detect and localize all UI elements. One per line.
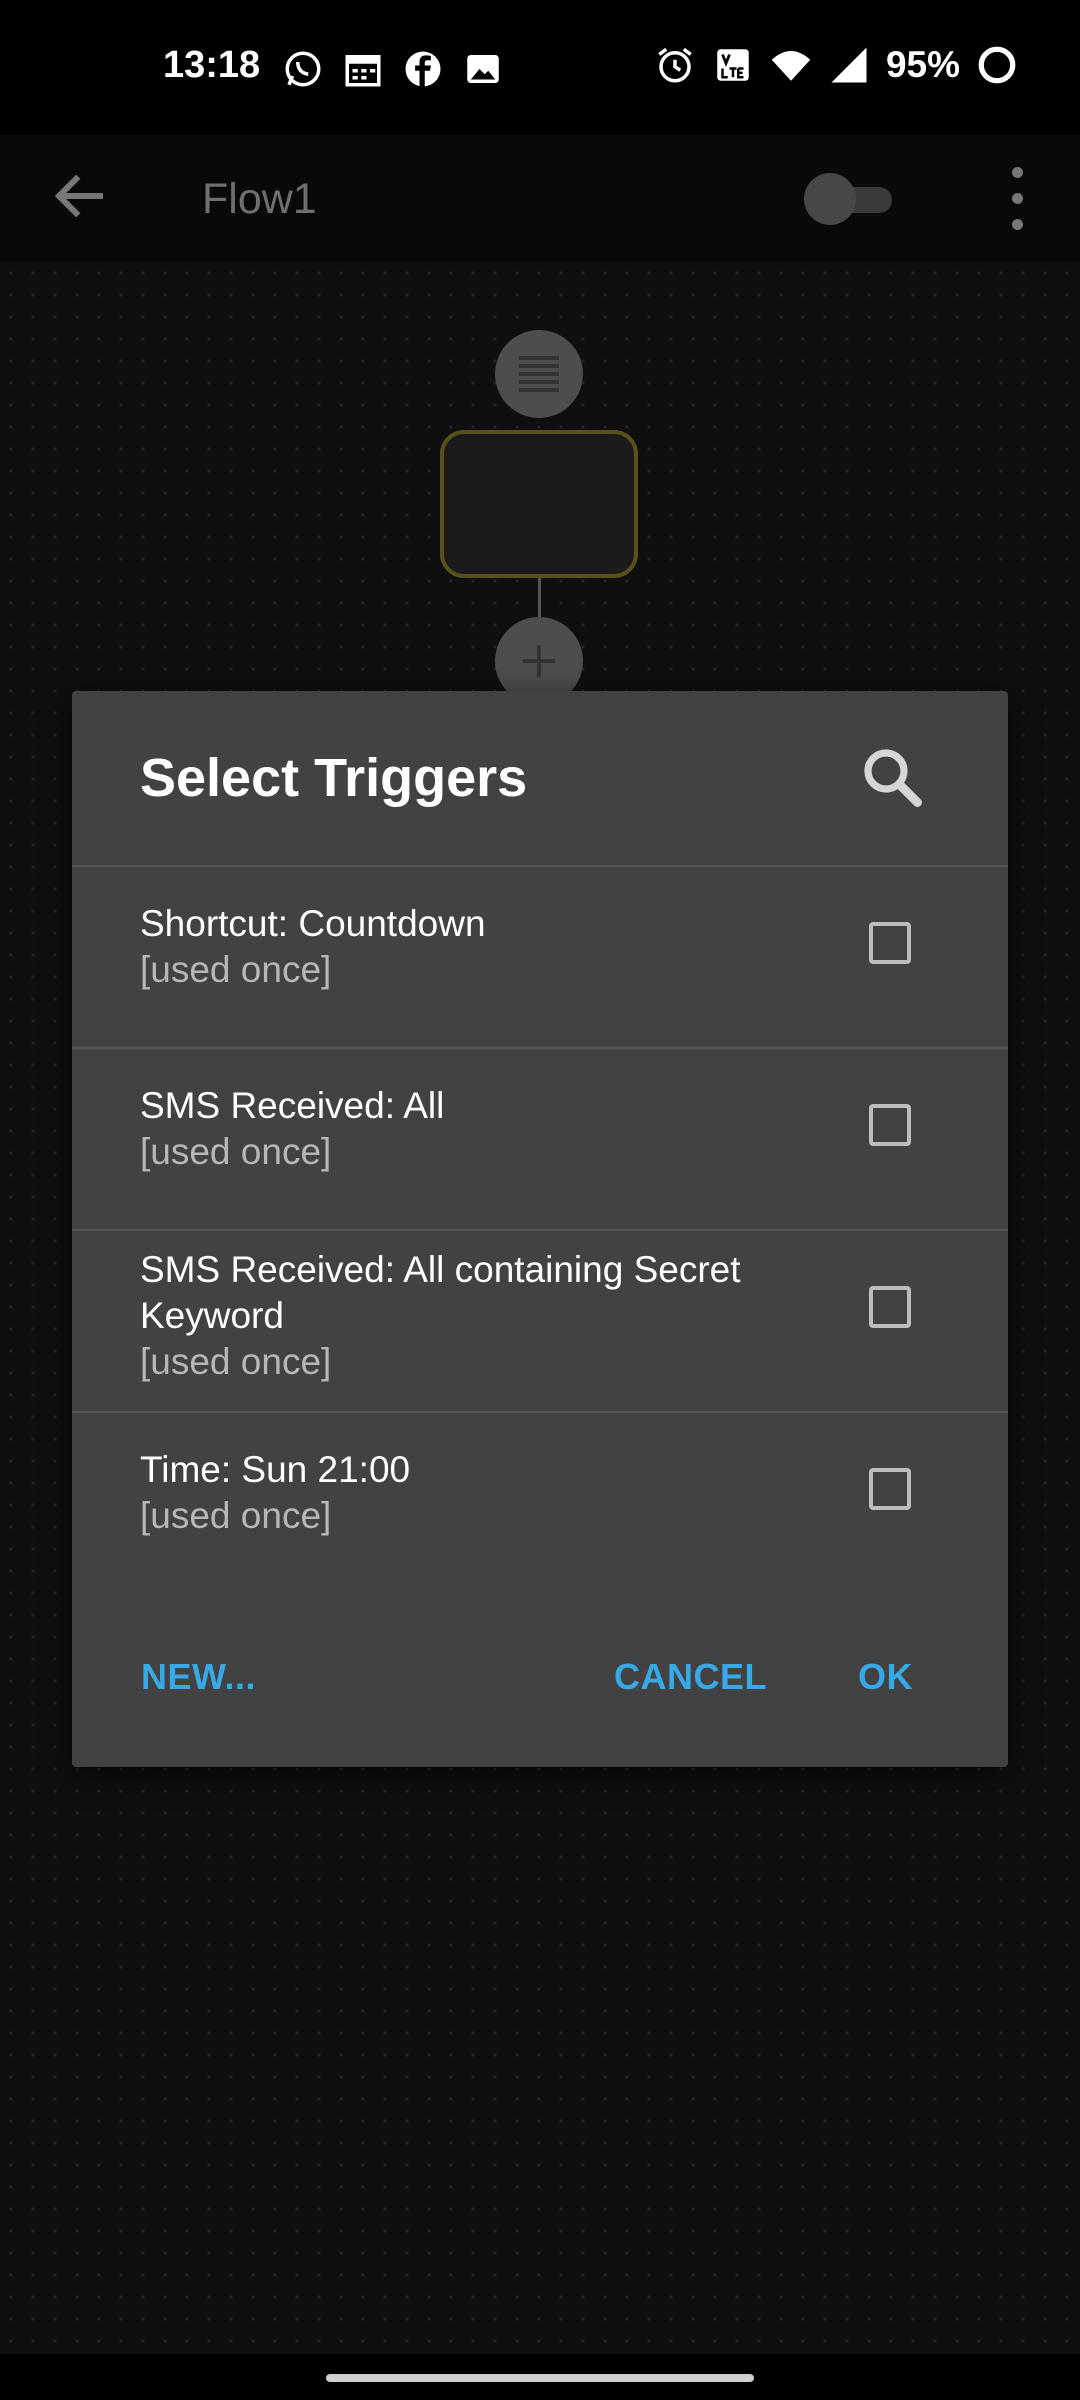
screen: 13:18 95% Flow1 Select Triggers Shortcut… bbox=[0, 0, 1080, 2400]
back-arrow-icon[interactable] bbox=[48, 163, 114, 229]
dialog-title: Select Triggers bbox=[140, 748, 528, 808]
list-node-icon[interactable] bbox=[495, 330, 583, 418]
trigger-usage: [used once] bbox=[140, 1495, 332, 1536]
trigger-title: Shortcut: Countdown bbox=[140, 903, 486, 944]
alarm-icon bbox=[658, 47, 692, 83]
trigger-item[interactable]: SMS Received: All containing Secret Keyw… bbox=[72, 1231, 1008, 1411]
battery-icon bbox=[978, 46, 1016, 84]
menu-dot bbox=[1012, 167, 1023, 178]
overflow-menu-icon[interactable] bbox=[1000, 161, 1036, 237]
menu-dot bbox=[1012, 219, 1023, 230]
trigger-usage: [used once] bbox=[140, 1341, 332, 1382]
signal-icon bbox=[831, 47, 867, 83]
home-gesture-pill[interactable] bbox=[326, 2374, 754, 2382]
flow-enable-toggle[interactable] bbox=[800, 163, 900, 233]
select-triggers-dialog: Select Triggers Shortcut: Countdown [use… bbox=[72, 691, 1008, 1767]
whatsapp-icon bbox=[285, 51, 321, 87]
search-icon[interactable] bbox=[856, 741, 928, 813]
trigger-item[interactable]: Time: Sun 21:00 [used once] bbox=[72, 1413, 1008, 1593]
notification-icons bbox=[282, 48, 504, 90]
flow-title: Flow1 bbox=[202, 175, 317, 223]
wifi-icon bbox=[771, 51, 811, 81]
calendar-icon bbox=[345, 55, 381, 87]
status-right: 95% bbox=[654, 44, 1018, 86]
trigger-title: SMS Received: All bbox=[140, 1085, 445, 1126]
trigger-title: SMS Received: All containing Secret Keyw… bbox=[140, 1249, 741, 1336]
navigation-bar bbox=[0, 2354, 1080, 2400]
menu-dot bbox=[1012, 193, 1023, 204]
cancel-button[interactable]: CANCEL bbox=[614, 1656, 767, 1698]
status-time: 13:18 bbox=[163, 44, 261, 86]
new-button[interactable]: NEW... bbox=[141, 1656, 256, 1698]
trigger-item[interactable]: Shortcut: Countdown [used once] bbox=[72, 867, 1008, 1047]
trigger-node[interactable] bbox=[440, 430, 638, 578]
status-bar: 13:18 95% bbox=[0, 0, 1080, 135]
trigger-checkbox[interactable] bbox=[869, 1104, 911, 1146]
node-connector bbox=[538, 578, 541, 620]
trigger-checkbox[interactable] bbox=[869, 1468, 911, 1510]
toggle-knob bbox=[804, 173, 856, 225]
trigger-checkbox[interactable] bbox=[869, 1286, 911, 1328]
volte-icon bbox=[717, 49, 749, 81]
image-icon bbox=[467, 55, 499, 83]
app-bar: Flow1 bbox=[0, 135, 1080, 262]
battery-percent: 95% bbox=[885, 44, 960, 85]
trigger-title: Time: Sun 21:00 bbox=[140, 1449, 411, 1490]
trigger-usage: [used once] bbox=[140, 949, 332, 990]
trigger-item[interactable]: SMS Received: All [used once] bbox=[72, 1049, 1008, 1229]
facebook-icon bbox=[405, 51, 441, 87]
ok-button[interactable]: OK bbox=[858, 1656, 913, 1698]
trigger-usage: [used once] bbox=[140, 1131, 332, 1172]
trigger-checkbox[interactable] bbox=[869, 922, 911, 964]
